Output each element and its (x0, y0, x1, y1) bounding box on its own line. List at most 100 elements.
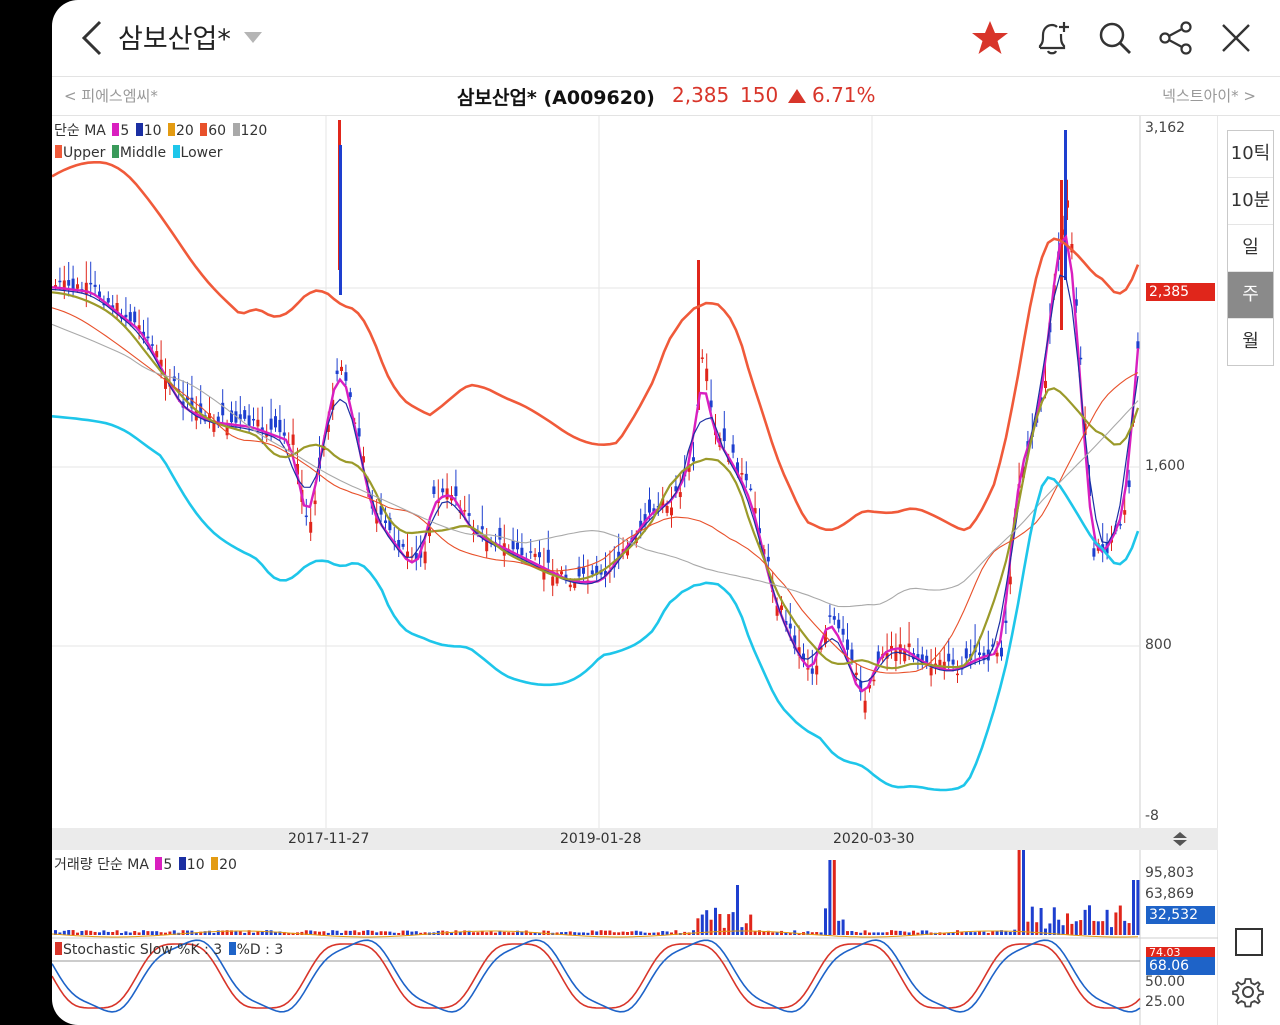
volume-legend-prefix: 거래량 단순 MA (54, 857, 149, 873)
volume-bar (604, 930, 607, 935)
upper-label: Upper (63, 145, 106, 161)
candle-body (313, 500, 317, 505)
up-triangle-icon (788, 89, 806, 103)
candle-body (744, 473, 748, 481)
volume-bar (401, 930, 405, 935)
volume-bar (340, 932, 343, 935)
candle-body (340, 366, 343, 371)
ma60-line (52, 307, 1139, 674)
stoch-k-label: Stochastic Slow %K : 3 (63, 942, 223, 958)
volume-bar (854, 931, 858, 935)
price-chart-canvas[interactable] (52, 116, 1218, 1025)
period-week[interactable]: 주 (1228, 272, 1273, 319)
candle-body (938, 659, 942, 666)
volume-bar (494, 932, 497, 935)
pane-resize-icon[interactable] (1172, 832, 1188, 846)
candle-body (780, 605, 783, 610)
chevron-down-icon[interactable] (244, 32, 262, 43)
volume-bar (353, 930, 357, 935)
volume-bar (705, 910, 709, 935)
date-axis-label: 2020-03-30 (833, 831, 915, 847)
next-stock-link[interactable]: 넥스트아이* > (1162, 85, 1256, 106)
price-axis-label: -8 (1145, 808, 1159, 824)
ma120-label: 120 (240, 123, 268, 139)
volume-bar (357, 932, 361, 935)
volume-bar (384, 931, 387, 935)
volume-bar (124, 931, 128, 935)
ma60-label: 60 (208, 123, 227, 139)
volume-bar (322, 931, 326, 935)
volume-bar (212, 932, 216, 935)
period-month[interactable]: 월 (1228, 319, 1273, 365)
candle-body (106, 298, 110, 303)
share-icon[interactable] (1156, 18, 1196, 58)
page-title[interactable]: 삼보산업* (118, 17, 231, 56)
fullscreen-toggle-icon[interactable] (1235, 928, 1263, 956)
period-10tick[interactable]: 10틱 (1228, 131, 1273, 178)
candle-body (463, 510, 467, 512)
prev-stock-link[interactable]: < 피에스엠씨* (64, 85, 158, 106)
candle-body (832, 616, 836, 620)
vma5-label: 5 (163, 857, 173, 873)
candle-body (678, 492, 682, 498)
volume-bar (238, 931, 242, 935)
volume-bar (256, 931, 260, 935)
candle-body (956, 673, 959, 676)
candle-body (498, 527, 502, 540)
volume-bar (529, 932, 533, 935)
close-icon[interactable] (1216, 18, 1256, 58)
candle-body (71, 278, 75, 290)
volume-bar (1070, 923, 1074, 935)
candle-body (692, 457, 695, 462)
lower-label: Lower (180, 145, 223, 161)
volume-bar (656, 932, 660, 935)
volume-bar (639, 931, 643, 935)
candle-body (815, 665, 819, 675)
price-axis-label: 1,600 (1145, 458, 1186, 474)
volume-bar (265, 930, 269, 935)
candle-body (252, 418, 255, 421)
settings-gear-icon[interactable] (1232, 976, 1264, 1008)
candle-body (441, 488, 445, 493)
volume-bar (846, 931, 849, 935)
ma-legend: 단순 MA 5 10 20 60 120 (54, 120, 267, 140)
vma5-swatch (155, 857, 163, 870)
candle-body (1123, 510, 1127, 515)
volume-bar (84, 930, 88, 935)
volume-bar (1088, 905, 1091, 935)
volume-axis-label: 63,869 (1145, 886, 1194, 902)
top-app-bar: 삼보산업* (52, 0, 1280, 77)
candle-body (788, 623, 792, 629)
candle-body (516, 542, 519, 550)
star-icon[interactable] (970, 18, 1010, 58)
volume-bar (326, 932, 330, 935)
back-icon[interactable] (76, 18, 110, 58)
period-day[interactable]: 일 (1228, 225, 1273, 272)
stock-info-bar: < 피에스엠씨* 삼보산업* (A009620) 2,385 150 6.71%… (52, 77, 1280, 116)
candle-body (872, 679, 876, 682)
alarm-add-icon[interactable] (1032, 18, 1072, 58)
middle-label: Middle (119, 145, 167, 161)
candle-body (432, 486, 436, 495)
volume-bar (780, 930, 783, 935)
volume-bar (582, 932, 585, 935)
candle-body (406, 551, 409, 558)
candle-body (978, 652, 981, 655)
price-axis-label: 3,162 (1145, 120, 1186, 136)
bollinger-legend: Upper Middle Lower (53, 145, 223, 161)
search-icon[interactable] (1095, 18, 1135, 58)
volume-bar (1110, 927, 1113, 935)
stoch-d-tag: 68.06 (1146, 957, 1215, 975)
volume-axis-label: 95,803 (1145, 865, 1194, 881)
volume-bar (410, 931, 414, 935)
period-10min[interactable]: 10분 (1228, 178, 1273, 225)
volume-bar (80, 930, 84, 935)
volume-bar (485, 932, 489, 935)
candle-body (344, 372, 348, 381)
candle-body (511, 540, 515, 550)
volume-bar (1132, 880, 1135, 935)
volume-bar (590, 930, 594, 935)
volume-bar (243, 932, 247, 935)
candle-body (467, 513, 471, 516)
volume-bar (102, 930, 106, 935)
